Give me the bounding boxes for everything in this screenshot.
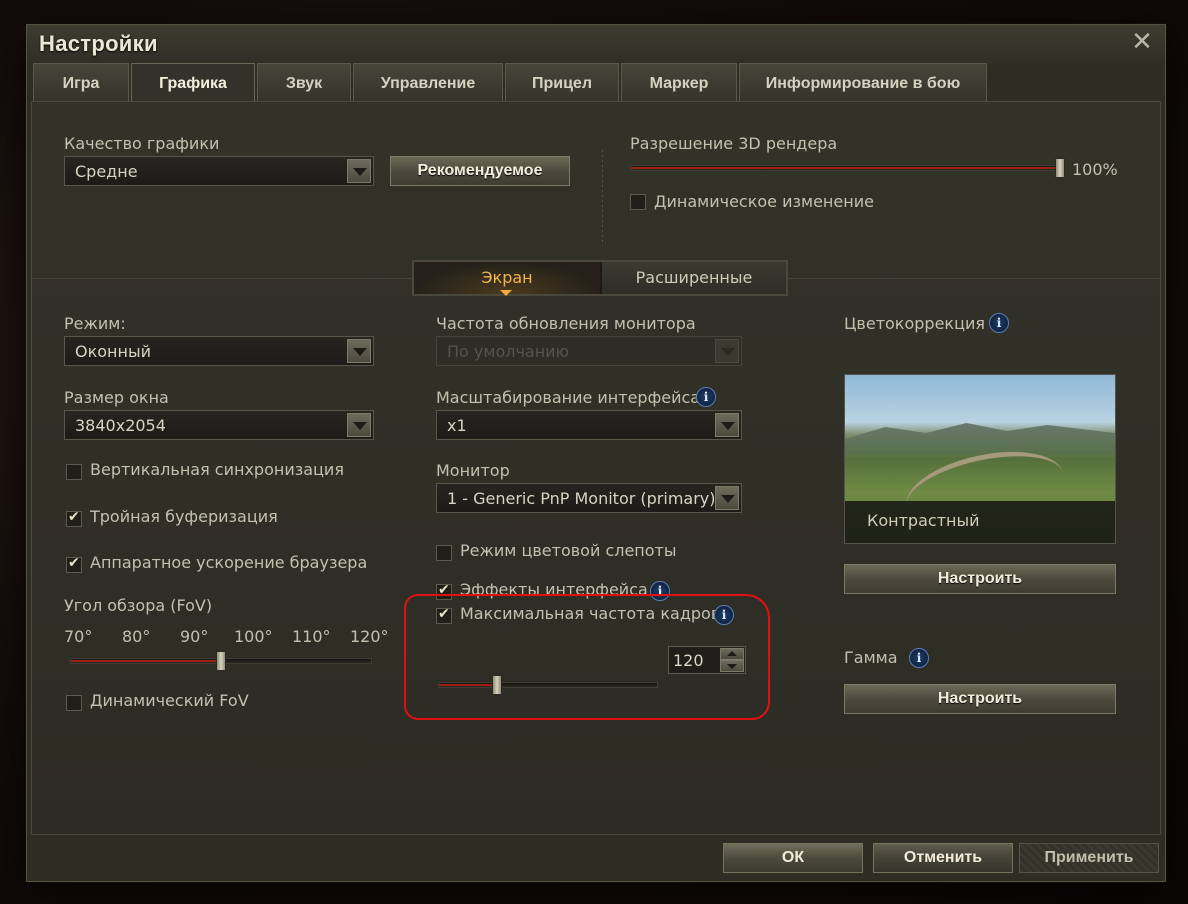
- chevron-down-icon: [715, 486, 739, 510]
- fov-tick: 110°: [292, 627, 331, 646]
- tab-graphics[interactable]: Графика: [131, 63, 255, 103]
- decrement-icon[interactable]: [720, 660, 744, 672]
- refresh-rate-value: По умолчанию: [447, 342, 570, 361]
- dynamic-fov-checkbox[interactable]: [66, 695, 82, 711]
- refresh-rate-select: По умолчанию: [436, 336, 742, 366]
- info-icon[interactable]: i: [714, 605, 734, 625]
- max-fps-label: Максимальная частота кадров: [460, 604, 721, 623]
- max-fps-slider-track[interactable]: [438, 682, 658, 688]
- ui-scale-value: x1: [447, 416, 467, 435]
- apply-button[interactable]: Применить: [1019, 843, 1159, 873]
- max-fps-slider-handle[interactable]: [492, 675, 502, 695]
- quality-value: Средне: [75, 162, 138, 181]
- dynamic-fov-label: Динамический FoV: [90, 691, 249, 710]
- fov-tick: 100°: [234, 627, 273, 646]
- ok-button[interactable]: ОК: [723, 843, 863, 873]
- info-icon[interactable]: i: [909, 648, 929, 668]
- color-preset-name: Контрастный: [867, 511, 980, 530]
- fov-slider-fill: [71, 660, 222, 662]
- monitor-label: Монитор: [436, 461, 510, 480]
- fov-slider-handle[interactable]: [216, 651, 226, 671]
- vsync-label: Вертикальная синхронизация: [90, 460, 344, 479]
- render-label: Разрешение 3D рендера: [630, 134, 838, 153]
- configure-color-button[interactable]: Настроить: [844, 564, 1116, 594]
- render-value: 100%: [1072, 160, 1118, 179]
- window-size-select[interactable]: 3840x2054: [64, 410, 374, 440]
- browser-acceleration-label: Аппаратное ускорение браузера: [90, 553, 368, 572]
- triple-buffering-label: Тройная буферизация: [90, 507, 278, 526]
- tab-bar: Игра Графика Звук Управление Прицел Марк…: [33, 63, 989, 103]
- landscape-image: [845, 423, 1115, 455]
- render-slider-fill: [631, 167, 1061, 169]
- monitor-select[interactable]: 1 - Generic PnP Monitor (primary): [436, 483, 742, 513]
- close-icon[interactable]: ✕: [1127, 27, 1157, 57]
- chevron-down-icon: [715, 339, 739, 363]
- preview-caption: Контрастный: [845, 501, 1115, 543]
- info-icon[interactable]: i: [989, 313, 1009, 333]
- mode-label: Режим:: [64, 314, 126, 333]
- render-slider-handle[interactable]: [1055, 158, 1065, 178]
- subtab-screen[interactable]: Экран: [414, 262, 600, 296]
- window-size-label: Размер окна: [64, 388, 169, 407]
- fov-tick: 80°: [122, 627, 151, 646]
- increment-icon[interactable]: [720, 648, 744, 660]
- colorblind-checkbox[interactable]: [436, 545, 452, 561]
- vsync-checkbox[interactable]: [66, 464, 82, 480]
- color-correction-label: Цветокоррекция: [844, 314, 985, 333]
- quality-select[interactable]: Средне: [64, 156, 374, 186]
- cancel-button[interactable]: Отменить: [873, 843, 1013, 873]
- info-icon[interactable]: i: [696, 387, 716, 407]
- ui-scale-select[interactable]: x1: [436, 410, 742, 440]
- fov-tick: 70°: [64, 627, 93, 646]
- configure-gamma-button[interactable]: Настроить: [844, 684, 1116, 714]
- ui-scale-label: Масштабирование интерфейса: [436, 388, 701, 407]
- fov-tick: 120°: [350, 627, 389, 646]
- tab-marker[interactable]: Маркер: [621, 63, 737, 101]
- info-icon[interactable]: i: [650, 581, 670, 601]
- recommended-button[interactable]: Рекомендуемое: [390, 156, 570, 186]
- colorblind-label: Режим цветовой слепоты: [460, 541, 677, 560]
- tab-crosshair[interactable]: Прицел: [505, 63, 619, 101]
- triple-buffering-checkbox[interactable]: [66, 509, 82, 527]
- tab-sound[interactable]: Звук: [257, 63, 351, 101]
- chevron-down-icon: [347, 159, 371, 183]
- render-slider-track[interactable]: [630, 165, 1061, 171]
- mode-value: Оконный: [75, 342, 151, 361]
- dynamic-resolution-label: Динамическое изменение: [654, 192, 874, 211]
- max-fps-stepper[interactable]: 120: [668, 646, 746, 674]
- quality-label: Качество графики: [64, 134, 220, 153]
- graphics-panel: Качество графики Средне Рекомендуемое Ра…: [31, 101, 1162, 835]
- max-fps-value: 120: [673, 651, 704, 670]
- ui-effects-checkbox[interactable]: [436, 582, 452, 600]
- tab-battle-info[interactable]: Информирование в бою: [739, 63, 987, 101]
- refresh-rate-label: Частота обновления монитора: [436, 314, 696, 333]
- subtab-bar: Экран Расширенные: [412, 260, 788, 296]
- max-fps-checkbox[interactable]: [436, 606, 452, 624]
- tab-game[interactable]: Игра: [33, 63, 129, 101]
- fov-tick: 90°: [180, 627, 209, 646]
- vertical-divider: [602, 150, 603, 246]
- title-bar: Настройки ✕: [27, 25, 1165, 65]
- fov-label: Угол обзора (FoV): [64, 596, 213, 615]
- subtab-advanced[interactable]: Расширенные: [602, 262, 786, 294]
- chevron-down-icon: [715, 413, 739, 437]
- browser-acceleration-checkbox[interactable]: [66, 555, 82, 573]
- color-correction-preview[interactable]: Контрастный: [844, 374, 1116, 544]
- gamma-label: Гамма: [844, 648, 898, 667]
- window-size-value: 3840x2054: [75, 416, 166, 435]
- chevron-down-icon: [347, 413, 371, 437]
- dynamic-resolution-checkbox[interactable]: [630, 194, 646, 210]
- chevron-down-icon: [347, 339, 371, 363]
- settings-window: Настройки ✕ Игра Графика Звук Управление…: [26, 24, 1166, 882]
- max-fps-slider-fill: [439, 684, 498, 686]
- ui-effects-label: Эффекты интерфейса: [460, 580, 648, 599]
- monitor-value: 1 - Generic PnP Monitor (primary): [447, 489, 716, 508]
- tab-controls[interactable]: Управление: [353, 63, 503, 101]
- mode-select[interactable]: Оконный: [64, 336, 374, 366]
- window-title: Настройки: [39, 31, 158, 56]
